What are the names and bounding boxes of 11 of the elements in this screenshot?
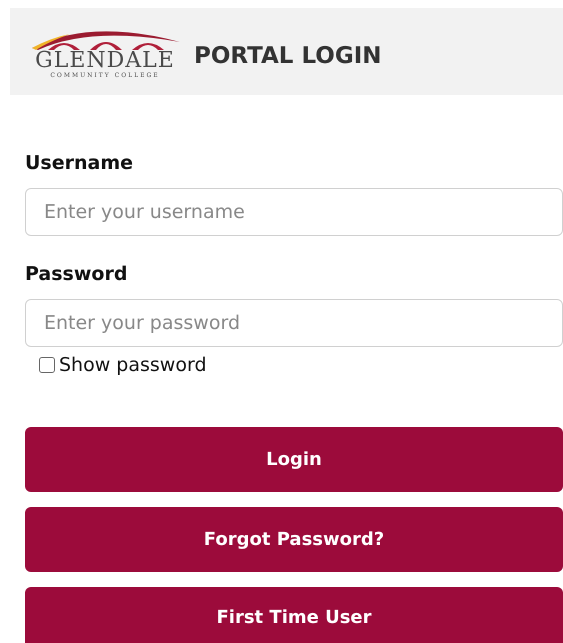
input-field[interactable]: Enter your username [25, 188, 563, 236]
action-button[interactable]: First Time User [25, 587, 563, 643]
field-label: Password [25, 262, 128, 286]
checkbox[interactable] [39, 357, 55, 373]
action-button[interactable]: Forgot Password? [25, 507, 563, 572]
page-title: PORTAL LOGIN [194, 42, 382, 72]
checkbox-label: Show password [59, 352, 207, 378]
input-field[interactable]: Enter your password [25, 299, 563, 347]
logo-name: GLENDALE [35, 50, 175, 72]
field-label: Username [25, 151, 134, 175]
action-button[interactable]: Login [25, 427, 563, 492]
